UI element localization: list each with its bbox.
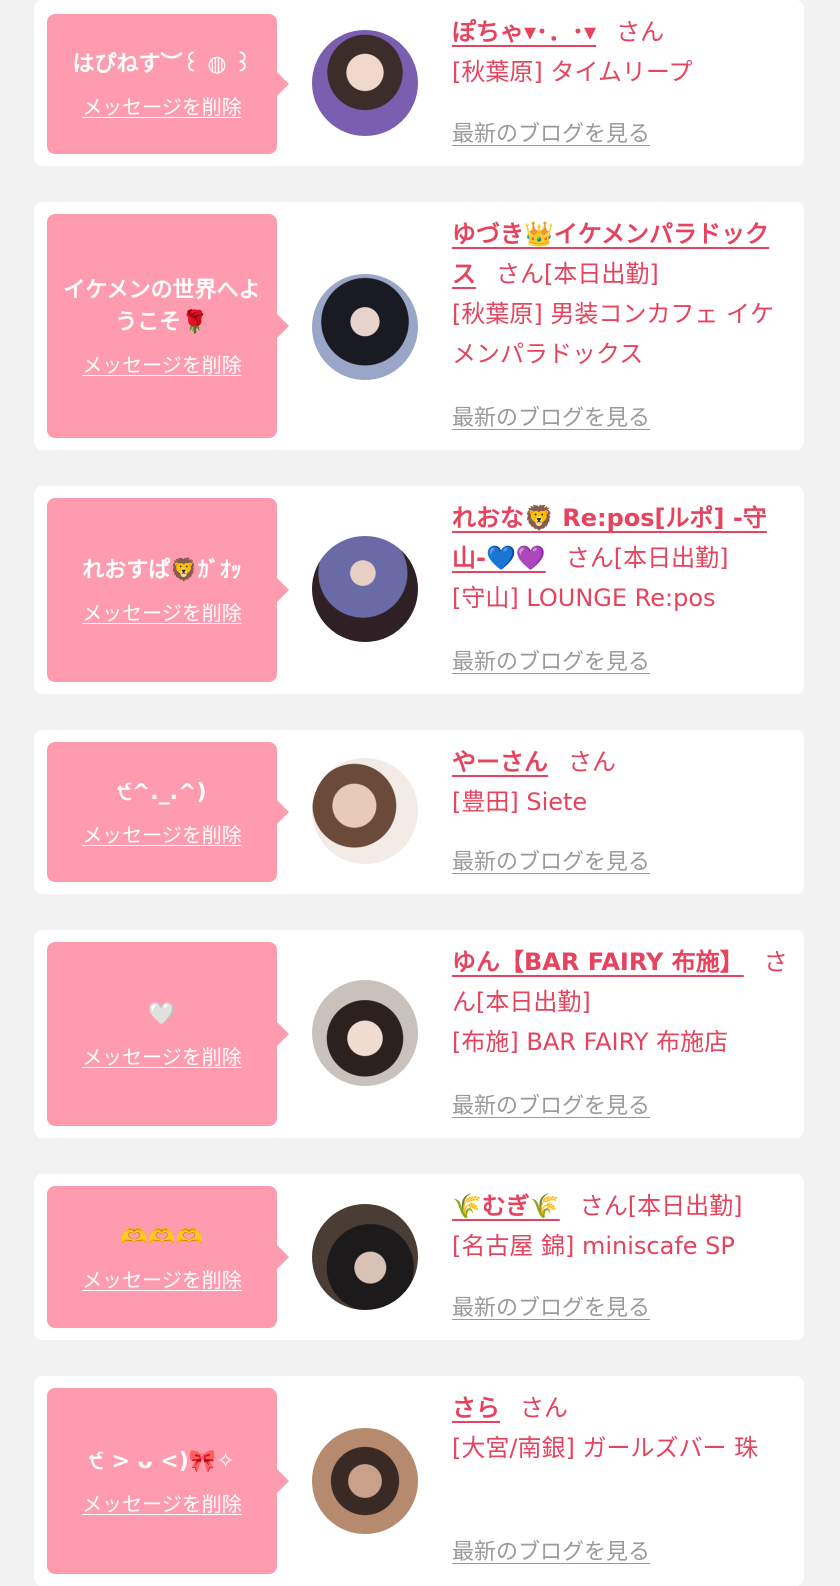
avatar[interactable] bbox=[312, 980, 418, 1086]
message-text: はぴねす︶꒰ ◍ ꒱ bbox=[72, 51, 252, 77]
avatar[interactable] bbox=[312, 274, 418, 380]
message-card: 🫶🫶🫶 メッセージを削除 🌾むぎ🌾 さん[本日出勤] [名古屋 錦] minisc… bbox=[34, 1174, 804, 1340]
message-text: れおすぱ🦁ｶﾞｵｯ bbox=[82, 557, 242, 583]
cast-name-link[interactable]: ゆん【BAR FAIRY 布施】 bbox=[452, 948, 744, 976]
avatar[interactable] bbox=[312, 758, 418, 864]
honorific: さん bbox=[565, 544, 614, 572]
delete-message-link[interactable]: メッセージを削除 bbox=[82, 349, 242, 378]
delete-message-link[interactable]: メッセージを削除 bbox=[82, 819, 242, 848]
message-text: ੯ > ᴗ <)🎀✧ bbox=[89, 1448, 235, 1474]
delete-message-link[interactable]: メッセージを削除 bbox=[82, 1488, 242, 1517]
latest-blog-link[interactable]: 最新のブログを見る bbox=[452, 116, 650, 148]
cast-name-link[interactable]: やーさん bbox=[452, 748, 548, 776]
attendance-status: [本日出勤] bbox=[613, 544, 729, 572]
cast-info: さら さん [大宮/南銀] ガールズバー 珠 bbox=[452, 1388, 790, 1468]
shop-name: [秋葉原] 男装コンカフェ イケメンパラドックス bbox=[452, 300, 774, 368]
message-bubble: ੯^._.^) メッセージを削除 bbox=[47, 742, 289, 882]
message-card: れおすぱ🦁ｶﾞｵｯ メッセージを削除 れおな🦁 Re:pos[ルポ] -守山-💙… bbox=[34, 486, 804, 694]
name-line: 🌾むぎ🌾 さん[本日出勤] bbox=[452, 1186, 790, 1226]
message-text: 🫶🫶🫶 bbox=[120, 1224, 204, 1250]
cast-info: 🌾むぎ🌾 さん[本日出勤] [名古屋 錦] miniscafe SP bbox=[452, 1186, 790, 1266]
attendance-status: [本日出勤] bbox=[544, 260, 659, 288]
message-card: イケメンの世界へようこそ🌹 メッセージを削除 ゆづき👑イケメンパラドックス さん[… bbox=[34, 202, 804, 450]
latest-blog-link[interactable]: 最新のブログを見る bbox=[452, 1534, 650, 1566]
honorific: さん bbox=[568, 748, 616, 776]
message-bubble: ੯ > ᴗ <)🎀✧ メッセージを削除 bbox=[47, 1388, 289, 1574]
shop-name: [守山] LOUNGE Re:pos bbox=[452, 584, 716, 612]
attendance-status: [本日出勤] bbox=[476, 988, 591, 1016]
shop-name: [豊田] Siete bbox=[452, 788, 588, 816]
message-text: ੯^._.^) bbox=[117, 779, 207, 805]
honorific: さん bbox=[579, 1192, 628, 1220]
cast-name-link[interactable]: 🌾むぎ🌾 bbox=[452, 1192, 560, 1220]
delete-message-link[interactable]: メッセージを削除 bbox=[82, 597, 242, 626]
cast-name-link[interactable]: さら bbox=[452, 1394, 500, 1422]
cast-name-link[interactable]: ぽちゃ▾･．･▾ bbox=[452, 18, 596, 46]
latest-blog-link[interactable]: 最新のブログを見る bbox=[452, 400, 650, 432]
delete-message-link[interactable]: メッセージを削除 bbox=[82, 1264, 242, 1293]
name-line: さら さん bbox=[452, 1388, 790, 1428]
message-card: 🤍 メッセージを削除 ゆん【BAR FAIRY 布施】 さん[本日出勤] [布施]… bbox=[34, 930, 804, 1138]
shop-name: [大宮/南銀] ガールズバー 珠 bbox=[452, 1434, 759, 1462]
cast-info: やーさん さん [豊田] Siete bbox=[452, 742, 790, 822]
delete-message-link[interactable]: メッセージを削除 bbox=[82, 1041, 242, 1070]
cast-info: ゆづき👑イケメンパラドックス さん[本日出勤] [秋葉原] 男装コンカフェ イケメ… bbox=[452, 214, 790, 374]
name-line: れおな🦁 Re:pos[ルポ] -守山-💙💜 さん[本日出勤] bbox=[452, 498, 790, 578]
delete-message-link[interactable]: メッセージを削除 bbox=[82, 91, 242, 120]
message-bubble: れおすぱ🦁ｶﾞｵｯ メッセージを削除 bbox=[47, 498, 289, 682]
message-bubble: イケメンの世界へようこそ🌹 メッセージを削除 bbox=[47, 214, 289, 438]
shop-name: [名古屋 錦] miniscafe SP bbox=[452, 1232, 735, 1260]
honorific: さん bbox=[520, 1394, 568, 1422]
message-text: イケメンの世界へようこそ🌹 bbox=[63, 277, 261, 335]
avatar[interactable] bbox=[312, 1428, 418, 1534]
name-line: やーさん さん bbox=[452, 742, 790, 782]
avatar[interactable] bbox=[312, 536, 418, 642]
avatar[interactable] bbox=[312, 30, 418, 136]
shop-name: [秋葉原] タイムリープ bbox=[452, 58, 693, 86]
message-card: はぴねす︶꒰ ◍ ꒱ メッセージを削除 ぽちゃ▾･．･▾ さん [秋葉原] タイム… bbox=[34, 0, 804, 166]
latest-blog-link[interactable]: 最新のブログを見る bbox=[452, 644, 650, 676]
message-card: ੯ > ᴗ <)🎀✧ メッセージを削除 さら さん [大宮/南銀] ガールズバー … bbox=[34, 1376, 804, 1586]
shop-name: [布施] BAR FAIRY 布施店 bbox=[452, 1028, 729, 1056]
latest-blog-link[interactable]: 最新のブログを見る bbox=[452, 844, 650, 876]
cast-info: ぽちゃ▾･．･▾ さん [秋葉原] タイムリープ bbox=[452, 12, 790, 92]
honorific: さん bbox=[616, 18, 665, 46]
message-bubble: 🫶🫶🫶 メッセージを削除 bbox=[47, 1186, 289, 1328]
message-card: ੯^._.^) メッセージを削除 やーさん さん [豊田] Siete 最新のブロ… bbox=[34, 730, 804, 894]
honorific: さん bbox=[496, 260, 544, 288]
name-line: ぽちゃ▾･．･▾ さん bbox=[452, 12, 790, 52]
message-bubble: はぴねす︶꒰ ◍ ꒱ メッセージを削除 bbox=[47, 14, 289, 154]
message-text: 🤍 bbox=[148, 1001, 176, 1027]
attendance-status: [本日出勤] bbox=[627, 1192, 743, 1220]
cast-info: れおな🦁 Re:pos[ルポ] -守山-💙💜 さん[本日出勤] [守山] LOUN… bbox=[452, 498, 790, 618]
name-line: ゆづき👑イケメンパラドックス さん[本日出勤] bbox=[452, 214, 790, 294]
latest-blog-link[interactable]: 最新のブログを見る bbox=[452, 1290, 650, 1322]
name-line: ゆん【BAR FAIRY 布施】 さん[本日出勤] bbox=[452, 942, 790, 1022]
avatar[interactable] bbox=[312, 1204, 418, 1310]
message-bubble: 🤍 メッセージを削除 bbox=[47, 942, 289, 1126]
cast-info: ゆん【BAR FAIRY 布施】 さん[本日出勤] [布施] BAR FAIRY … bbox=[452, 942, 790, 1062]
latest-blog-link[interactable]: 最新のブログを見る bbox=[452, 1088, 650, 1120]
